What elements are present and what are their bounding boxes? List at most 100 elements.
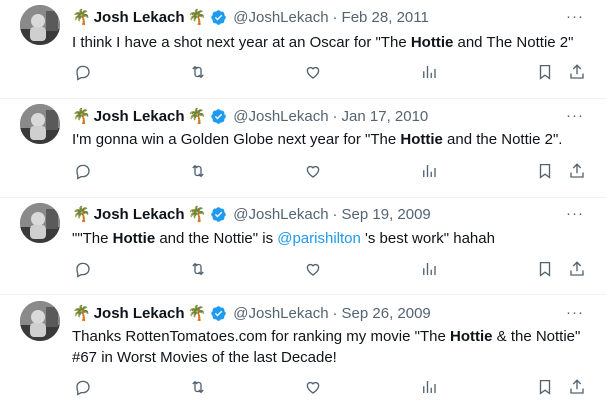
share-button[interactable] <box>566 258 588 280</box>
bookmark-button[interactable] <box>534 258 556 280</box>
more-options-icon[interactable]: ··· <box>566 205 584 222</box>
views-icon <box>423 165 436 177</box>
share-icon <box>570 379 584 394</box>
tweet-date[interactable]: Sep 19, 2009 <box>342 206 431 223</box>
reply-button[interactable] <box>72 61 94 83</box>
verified-badge-icon <box>211 108 227 124</box>
tweet-date[interactable]: Feb 28, 2011 <box>342 9 429 26</box>
avatar[interactable] <box>20 5 60 45</box>
bookmark-icon <box>539 163 551 179</box>
separator-dot: · <box>332 304 338 322</box>
like-icon <box>306 263 320 276</box>
user-handle[interactable]: @JoshLekach <box>233 206 328 223</box>
user-handle[interactable]: @JoshLekach <box>233 108 328 125</box>
views-icon <box>423 381 436 393</box>
palm-tree-emoji: 🌴 <box>187 107 207 125</box>
display-name[interactable]: Josh Lekach <box>94 305 185 322</box>
mention-link[interactable]: @parishilton <box>277 230 361 247</box>
highlighted-term: Hottie <box>410 34 454 51</box>
tweet-header: 🌴 Josh Lekach 🌴 @JoshLekach · Jan 17, 20… <box>72 105 428 127</box>
bookmark-button[interactable] <box>534 160 556 182</box>
tweet[interactable]: 🌴 Josh Lekach 🌴 @JoshLekach · Sep 26, 20… <box>0 295 606 420</box>
bookmark-button[interactable] <box>534 61 556 83</box>
display-name[interactable]: Josh Lekach <box>94 9 185 26</box>
palm-tree-emoji: 🌴 <box>187 8 207 26</box>
tweet-text-part: ""The <box>72 230 113 247</box>
palm-tree-emoji: 🌴 <box>72 205 91 223</box>
highlighted-term: Hottie <box>400 131 443 148</box>
tweet-text-part: and the Nottie 2". <box>442 131 563 148</box>
more-options-icon[interactable]: ··· <box>566 8 584 25</box>
avatar[interactable] <box>20 203 60 243</box>
tweet-actions <box>72 160 592 182</box>
verified-badge-icon <box>211 206 227 222</box>
bookmark-icon <box>539 261 551 277</box>
avatar[interactable] <box>20 104 60 144</box>
views-button[interactable] <box>418 61 440 83</box>
palm-tree-emoji: 🌴 <box>187 304 207 322</box>
timeline-feed: 🌴 Josh Lekach 🌴 @JoshLekach · Feb 28, 20… <box>0 0 606 420</box>
bookmark-button[interactable] <box>534 376 556 398</box>
palm-tree-emoji: 🌴 <box>72 304 91 322</box>
reply-button[interactable] <box>72 160 94 182</box>
reply-icon <box>76 164 90 180</box>
retweet-button[interactable] <box>187 376 209 398</box>
more-options-icon[interactable]: ··· <box>566 107 584 124</box>
reply-icon <box>76 380 90 396</box>
views-button[interactable] <box>418 376 440 398</box>
avatar[interactable] <box>20 301 60 341</box>
tweet-text-part: I'm gonna win a Golden Globe next year f… <box>72 131 401 148</box>
bookmark-icon <box>539 379 551 395</box>
more-options-icon[interactable]: ··· <box>566 304 584 321</box>
separator-dot: · <box>332 107 338 125</box>
palm-tree-emoji: 🌴 <box>187 205 207 223</box>
retweet-icon <box>192 65 204 79</box>
retweet-button[interactable] <box>187 61 209 83</box>
tweet-text-part: and the Nottie" is <box>155 230 278 247</box>
retweet-button[interactable] <box>187 258 209 280</box>
user-handle[interactable]: @JoshLekach <box>233 9 328 26</box>
reply-button[interactable] <box>72 258 94 280</box>
tweet[interactable]: 🌴 Josh Lekach 🌴 @JoshLekach · Feb 28, 20… <box>0 0 606 99</box>
reply-button[interactable] <box>72 376 94 398</box>
tweet-text: I think I have a shot next year at an Os… <box>72 32 588 53</box>
like-icon <box>306 66 320 79</box>
tweet-date[interactable]: Jan 17, 2010 <box>342 108 429 125</box>
views-button[interactable] <box>418 258 440 280</box>
tweet-text-part: I think I have a shot next year at an Os… <box>72 34 411 51</box>
tweet-header: 🌴 Josh Lekach 🌴 @JoshLekach · Sep 26, 20… <box>72 302 431 324</box>
like-button[interactable] <box>302 258 324 280</box>
tweet[interactable]: 🌴 Josh Lekach 🌴 @JoshLekach · Sep 19, 20… <box>0 198 606 295</box>
like-button[interactable] <box>302 160 324 182</box>
views-button[interactable] <box>418 160 440 182</box>
tweet-header: 🌴 Josh Lekach 🌴 @JoshLekach · Sep 19, 20… <box>72 203 431 225</box>
retweet-icon <box>192 380 204 394</box>
like-button[interactable] <box>302 61 324 83</box>
verified-badge-icon <box>211 305 227 321</box>
separator-dot: · <box>332 205 338 223</box>
reply-icon <box>76 65 90 81</box>
tweet-date[interactable]: Sep 26, 2009 <box>342 305 431 322</box>
user-handle[interactable]: @JoshLekach <box>233 305 328 322</box>
like-button[interactable] <box>302 376 324 398</box>
like-icon <box>306 165 320 178</box>
tweet-header: 🌴 Josh Lekach 🌴 @JoshLekach · Feb 28, 20… <box>72 6 429 28</box>
share-button[interactable] <box>566 61 588 83</box>
tweet-text-part: 's best work" hahah <box>360 230 495 247</box>
tweet-actions <box>72 376 592 398</box>
tweet-text: I'm gonna win a Golden Globe next year f… <box>72 129 588 150</box>
display-name[interactable]: Josh Lekach <box>94 206 185 223</box>
highlighted-term: Hottie <box>112 230 156 247</box>
display-name[interactable]: Josh Lekach <box>94 108 185 125</box>
views-icon <box>423 263 436 275</box>
share-icon <box>570 64 584 79</box>
tweet-text: Thanks RottenTomatoes.com for ranking my… <box>72 326 588 368</box>
retweet-button[interactable] <box>187 160 209 182</box>
retweet-icon <box>192 262 204 276</box>
like-icon <box>306 381 320 394</box>
tweet[interactable]: 🌴 Josh Lekach 🌴 @JoshLekach · Jan 17, 20… <box>0 99 606 198</box>
tweet-text: ""The Hottie and the Nottie" is @parishi… <box>72 228 588 249</box>
share-button[interactable] <box>566 376 588 398</box>
tweet-actions <box>72 61 592 83</box>
share-button[interactable] <box>566 160 588 182</box>
